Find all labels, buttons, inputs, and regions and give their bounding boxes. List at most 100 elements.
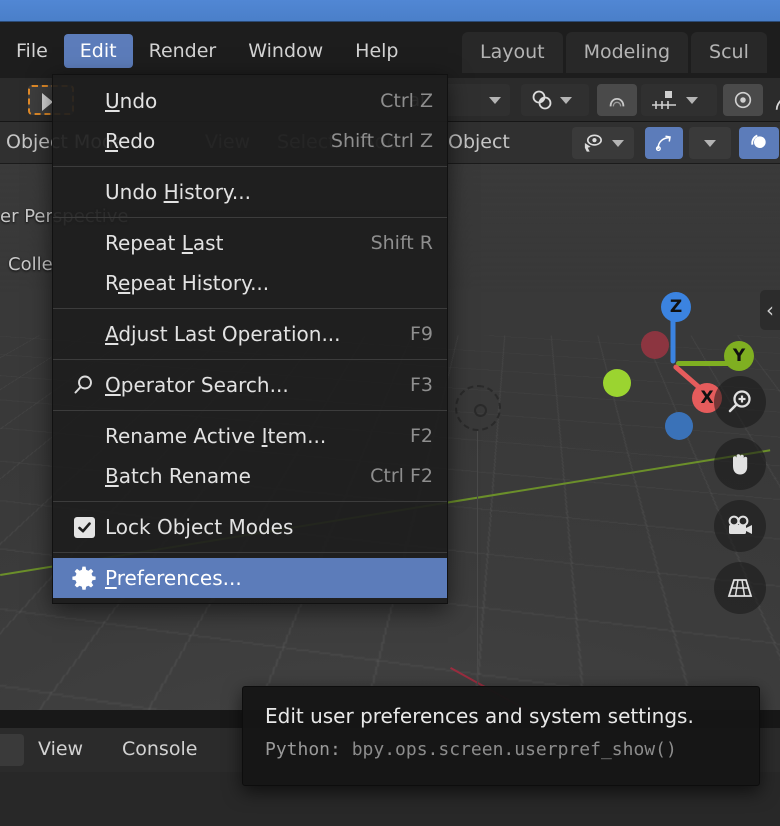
menu-item-repeat-last[interactable]: Repeat Last Shift R (53, 223, 447, 263)
menu-item-shortcut: Shift Ctrl Z (330, 130, 433, 152)
gizmo-axis-z[interactable]: Z (661, 292, 691, 322)
falloff-curve-icon (652, 91, 676, 109)
main-menu-bar: File Edit Render Window Help (0, 34, 415, 68)
proportional-falloff-dropdown[interactable] (641, 84, 717, 116)
menu-item-lock-object-modes[interactable]: Lock Object Modes (53, 507, 447, 547)
window-title-strip (0, 0, 780, 22)
gizmo-axis-line-z (670, 317, 676, 364)
menu-item-label: Repeat History... (105, 271, 270, 295)
menu-item-label: Lock Object Modes (105, 515, 294, 539)
edit-dropdown-menu: Undo Ctrl Z Redo Shift Ctrl Z Undo Histo… (52, 74, 448, 604)
workspace-tab-modeling[interactable]: Modeling (565, 32, 689, 73)
topbar: File Edit Render Window Help Layout Mode… (0, 22, 780, 78)
menu-item-repeat-history[interactable]: Repeat History... (53, 263, 447, 303)
navigation-gizmo[interactable]: Z Y X (588, 283, 758, 453)
menu-item-rename-active-item[interactable]: Rename Active Item... F2 (53, 416, 447, 456)
viewport-collection-label: Colle (8, 254, 53, 275)
menu-separator (53, 166, 447, 167)
menu-item-operator-search[interactable]: Operator Search... F3 (53, 365, 447, 405)
curve-icon (775, 99, 780, 110)
show-gizmo-dropdown[interactable] (572, 127, 634, 159)
menu-item-label: Undo History... (105, 180, 251, 204)
menu-item-undo[interactable]: Undo Ctrl Z (53, 81, 447, 121)
gizmo-icon (655, 135, 671, 152)
menu-separator (53, 501, 447, 502)
menu-item-label: Redo (105, 129, 156, 153)
gizmo-toggle-button[interactable] (645, 127, 683, 159)
gizmo-axis-y[interactable]: Y (724, 341, 754, 371)
tooltip-python-call: bpy.ops.screen.userpref_show() (351, 739, 677, 760)
menu-item-shortcut: F2 (409, 425, 433, 447)
gizmo-axis-neg-x[interactable] (641, 331, 669, 359)
viewport-perspective-toggle-button[interactable] (714, 562, 766, 614)
magnet-icon (532, 90, 552, 110)
viewport-camera-button[interactable] (714, 500, 766, 552)
menu-separator (53, 217, 447, 218)
menu-separator (53, 359, 447, 360)
proportional-editing-icon (609, 97, 625, 107)
tooltip-python-line: Python: bpy.ops.screen.userpref_show() (265, 735, 737, 765)
workspace-tabs: Layout Modeling Scul (462, 32, 770, 73)
perspective-toggle-icon (727, 579, 753, 597)
tooltip-description: Edit user preferences and system setting… (265, 704, 694, 728)
checkbox-checked-icon[interactable] (63, 516, 105, 538)
menu-item-shortcut: Shift R (370, 232, 433, 254)
menu-item-shortcut: Ctrl Z (380, 90, 433, 112)
chevron-down-icon (489, 96, 501, 104)
show-gizmo-icon (584, 134, 602, 152)
tooltip-python-label: Python: (265, 739, 341, 760)
menu-window[interactable]: Window (232, 34, 339, 68)
menu-item-label: Undo (105, 89, 158, 113)
snap-toggle-button[interactable] (521, 84, 589, 116)
viewport-menu-object[interactable]: Object (448, 131, 510, 153)
menu-render[interactable]: Render (133, 34, 233, 68)
chevron-down-icon (612, 139, 624, 147)
workspace-tab-sculpting[interactable]: Scul (691, 32, 767, 73)
light-stem (477, 430, 478, 710)
curve-tool-button[interactable] (765, 84, 780, 116)
console-menu-view[interactable]: View (38, 738, 83, 760)
menu-help[interactable]: Help (339, 34, 414, 68)
gizmo-axis-neg-y[interactable] (603, 369, 631, 397)
menu-item-label: Repeat Last (105, 231, 224, 255)
overlays-icon (751, 134, 766, 148)
menu-item-shortcut: Ctrl F2 (370, 465, 433, 487)
gear-icon (63, 565, 105, 591)
proportional-editing-toggle[interactable] (597, 84, 637, 116)
chevron-down-icon (704, 139, 716, 147)
camera-icon (728, 515, 752, 534)
console-menu-console[interactable]: Console (122, 738, 197, 760)
menu-item-shortcut: F9 (409, 323, 433, 345)
gizmo-axis-neg-z[interactable] (665, 412, 693, 440)
overlays-toggle-button[interactable] (739, 127, 779, 159)
chevron-down-icon (686, 96, 698, 104)
menu-item-label: Preferences... (105, 566, 242, 590)
point-light-object[interactable] (455, 385, 501, 431)
menu-item-undo-history[interactable]: Undo History... (53, 172, 447, 212)
zoom-icon (728, 390, 751, 413)
menu-separator (53, 552, 447, 553)
menu-separator (53, 410, 447, 411)
menu-item-label: Operator Search... (105, 373, 289, 397)
menu-item-batch-rename[interactable]: Batch Rename Ctrl F2 (53, 456, 447, 496)
menu-file[interactable]: File (0, 34, 64, 68)
menu-item-preferences[interactable]: Preferences... (53, 558, 447, 598)
search-icon (63, 373, 105, 397)
viewport-pan-button[interactable] (714, 438, 766, 490)
menu-item-label: Adjust Last Operation... (105, 322, 341, 346)
sidebar-collapse-arrow[interactable]: ‹ (760, 290, 780, 330)
menu-item-redo[interactable]: Redo Shift Ctrl Z (53, 121, 447, 161)
gizmo-axis-line-y (676, 361, 732, 366)
editor-type-button[interactable] (0, 734, 24, 766)
gizmo-options-dropdown[interactable] (689, 127, 731, 159)
viewport-zoom-button[interactable] (714, 376, 766, 428)
menu-item-shortcut: F3 (409, 374, 433, 396)
menu-item-label: Rename Active Item... (105, 424, 327, 448)
chevron-down-icon (560, 96, 572, 104)
workspace-tab-layout[interactable]: Layout (462, 32, 563, 73)
mirror-x-icon (734, 91, 752, 109)
pan-hand-icon (733, 454, 748, 475)
menu-item-adjust-last-operation[interactable]: Adjust Last Operation... F9 (53, 314, 447, 354)
menu-edit[interactable]: Edit (63, 34, 133, 68)
mirror-toggle-button[interactable] (723, 84, 763, 116)
